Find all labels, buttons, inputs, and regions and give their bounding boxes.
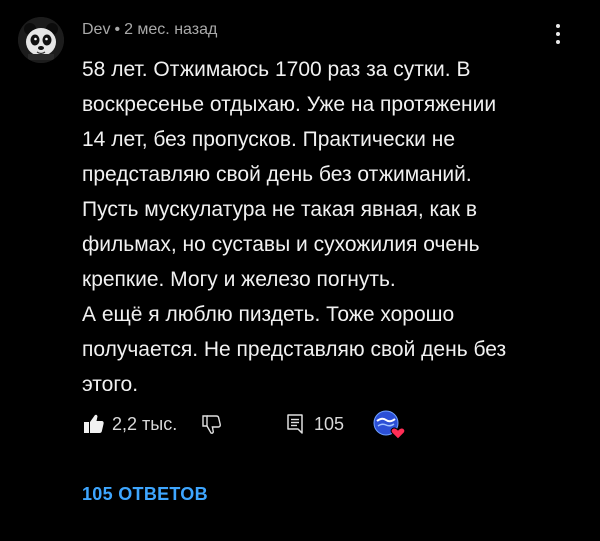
like-count: 2,2 тыс. <box>112 413 178 434</box>
more-vertical-icon <box>556 24 560 28</box>
creator-heart[interactable] <box>370 408 410 442</box>
comment-line: фильмах, но суставы и сухожилия очень <box>82 233 480 256</box>
comment-actions: 2,2 тыс. 105 <box>82 408 582 440</box>
reply-comment-icon <box>287 414 303 434</box>
reply-count: 105 <box>314 413 345 434</box>
comment-timestamp[interactable]: 2 мес. назад <box>124 21 217 38</box>
reply-button[interactable]: 105 <box>284 408 344 440</box>
view-replies-link[interactable]: 105 ОТВЕТОВ <box>82 484 208 505</box>
thumbs-up-filled-icon <box>84 414 104 433</box>
dislike-button[interactable] <box>200 408 224 440</box>
comment-text: 58 лет. Отжимаюсь 1700 раз за сутки. В в… <box>82 52 582 402</box>
comment-line: А ещё я люблю пиздеть. Тоже хорошо <box>82 303 455 326</box>
more-vertical-icon-dot <box>556 32 560 36</box>
comment-line: получается. Не представляю свой день без <box>82 338 507 361</box>
comment-line: Пусть мускулатура не такая явная, как в <box>82 198 477 221</box>
more-vertical-icon-dot <box>556 40 560 44</box>
creator-heart-icon <box>373 410 406 440</box>
comment-line: 58 лет. Отжимаюсь 1700 раз за сутки. В <box>82 58 471 81</box>
comment-line: 14 лет, без пропусков. Практически не <box>82 128 456 151</box>
author-avatar[interactable] <box>18 17 64 63</box>
comment-line: этого. <box>82 373 139 396</box>
meta-separator: • <box>114 21 121 38</box>
comment-line: крепкие. Могу и железо погнуть. <box>82 268 396 291</box>
thumbs-down-outline-icon <box>202 415 221 434</box>
comment-meta: Dev • 2 мес. назад <box>82 20 217 40</box>
comment-line: представляю свой день без отжиманий. <box>82 163 472 186</box>
panda-avatar-icon <box>18 17 64 63</box>
like-button[interactable]: 2,2 тыс. <box>82 408 177 440</box>
more-options-button[interactable] <box>546 20 570 48</box>
comment-line: воскресенье отдыхаю. Уже на протяжении <box>82 93 497 116</box>
author-name[interactable]: Dev <box>82 21 110 38</box>
comment-thread: Dev • 2 мес. назад 58 лет. Отжимаюсь 1700 … <box>0 0 600 541</box>
